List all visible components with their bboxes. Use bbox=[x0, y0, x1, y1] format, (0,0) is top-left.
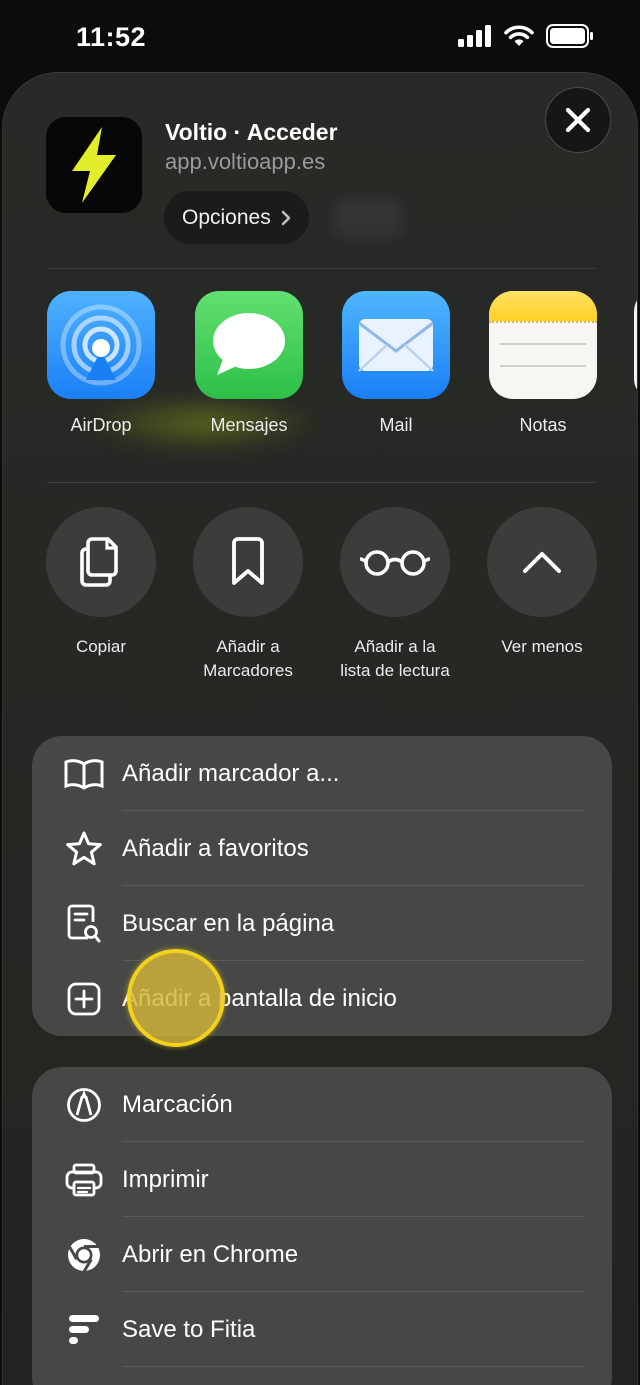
show-less-action[interactable]: Ver menos bbox=[472, 507, 612, 659]
share-app-label: Notas bbox=[519, 415, 567, 435]
printer-icon bbox=[64, 1160, 104, 1200]
battery-icon bbox=[546, 24, 593, 48]
copy-action[interactable]: Copiar bbox=[31, 507, 171, 659]
menu-item-find-in-page[interactable]: Buscar en la página bbox=[32, 886, 612, 961]
menu-item-open-in-chrome[interactable]: Abrir en Chrome bbox=[32, 1217, 612, 1292]
menu-item-label: Añadir a favoritos bbox=[122, 834, 309, 862]
menu-item-label: Imprimir bbox=[122, 1165, 209, 1193]
share-app-mail[interactable]: Mail bbox=[331, 291, 461, 436]
close-button[interactable] bbox=[545, 87, 611, 153]
page-title: Voltio · Acceder bbox=[165, 119, 338, 145]
find-in-page-icon bbox=[64, 904, 104, 944]
menu-item-label: Buscar en la página bbox=[122, 909, 335, 937]
share-header: Voltio · Acceder app.voltioapp.es Opcion… bbox=[3, 73, 637, 269]
copy-action-circle bbox=[46, 507, 156, 617]
share-sheet: Voltio · Acceder app.voltioapp.es Opcion… bbox=[2, 72, 638, 1385]
share-app-notes[interactable]: Notas bbox=[478, 291, 608, 436]
add-reading-list-action[interactable]: Añadir a la lista de lectura bbox=[325, 507, 465, 683]
menu-item-print[interactable]: Imprimir bbox=[32, 1142, 612, 1217]
messages-icon bbox=[195, 291, 303, 399]
status-bar: 11:52 bbox=[0, 0, 640, 72]
page-url: app.voltioapp.es bbox=[165, 149, 326, 174]
menu-item-add-bookmark-to[interactable]: Añadir marcador a... bbox=[32, 736, 612, 811]
bookmark-action-circle bbox=[193, 507, 303, 617]
lightning-bolt-icon bbox=[72, 127, 116, 203]
mail-icon bbox=[342, 291, 450, 399]
share-app-label: Mensajes bbox=[210, 415, 288, 435]
add-bookmark-action[interactable]: Añadir a Marcadores bbox=[178, 507, 318, 683]
book-icon bbox=[64, 754, 104, 794]
menu-item-label: Abrir en Chrome bbox=[122, 1240, 299, 1268]
menu-item-label: Save to Fitia bbox=[122, 1315, 256, 1343]
menu-item-add-favorites[interactable]: Añadir a favoritos bbox=[32, 811, 612, 886]
menu-group-bookmarks: Añadir marcador a... Añadir a favoritos bbox=[32, 736, 612, 1036]
add-square-icon bbox=[64, 979, 104, 1019]
signal-icon bbox=[458, 25, 491, 47]
share-app-label: AirDrop bbox=[70, 415, 132, 435]
tap-indicator bbox=[127, 949, 225, 1047]
share-app-messages[interactable]: Mensajes bbox=[184, 291, 314, 436]
options-button[interactable]: Opciones bbox=[164, 191, 309, 244]
share-apps-row: AirDrop Mensajes Mail Notas bbox=[3, 291, 637, 441]
star-icon bbox=[64, 829, 104, 869]
action-label: Copiar bbox=[75, 637, 127, 656]
bookmark-icon bbox=[232, 537, 264, 585]
action-label: Ver menos bbox=[501, 637, 583, 656]
menu-item-save-to-fitia[interactable]: Save to Fitia bbox=[32, 1292, 612, 1367]
reading-list-action-circle bbox=[340, 507, 450, 617]
notes-icon bbox=[489, 291, 597, 399]
chevron-up-icon bbox=[523, 552, 561, 573]
chevron-right-icon bbox=[281, 210, 291, 225]
share-app-label: Mail bbox=[379, 415, 413, 435]
share-app-partial[interactable] bbox=[634, 291, 637, 399]
action-label: Añadir a Marcadores bbox=[203, 637, 293, 680]
menu-item-label: Marcación bbox=[122, 1090, 233, 1118]
menu-item-label: Añadir marcador a... bbox=[122, 759, 340, 787]
glasses-icon bbox=[360, 550, 430, 576]
menu-item-markup[interactable]: Marcación bbox=[32, 1067, 612, 1142]
wifi-icon bbox=[504, 25, 534, 46]
share-app-airdrop[interactable]: AirDrop bbox=[36, 291, 166, 436]
fitia-icon bbox=[64, 1310, 104, 1350]
status-time: 11:52 bbox=[76, 22, 147, 52]
menu-item-add-to-home-screen[interactable]: Añadir a pantalla de inicio bbox=[32, 961, 612, 1036]
chrome-icon bbox=[64, 1235, 104, 1275]
row-separator bbox=[122, 1366, 584, 1367]
copy-icon bbox=[80, 537, 118, 587]
status-icons bbox=[458, 24, 594, 48]
menu-group-actions: Marcación Imprimir Abrir en Chrome Save … bbox=[32, 1067, 612, 1385]
airdrop-icon bbox=[47, 291, 155, 399]
site-app-icon bbox=[46, 117, 142, 213]
quick-actions-row: Copiar Añadir a Marcadores Añadir a la l… bbox=[3, 507, 637, 707]
divider bbox=[47, 482, 596, 483]
markup-icon bbox=[64, 1085, 104, 1125]
divider bbox=[47, 268, 596, 269]
close-icon bbox=[565, 107, 591, 133]
action-label: Añadir a la lista de lectura bbox=[340, 637, 450, 680]
show-less-action-circle bbox=[487, 507, 597, 617]
options-button-label: Opciones bbox=[182, 205, 271, 229]
